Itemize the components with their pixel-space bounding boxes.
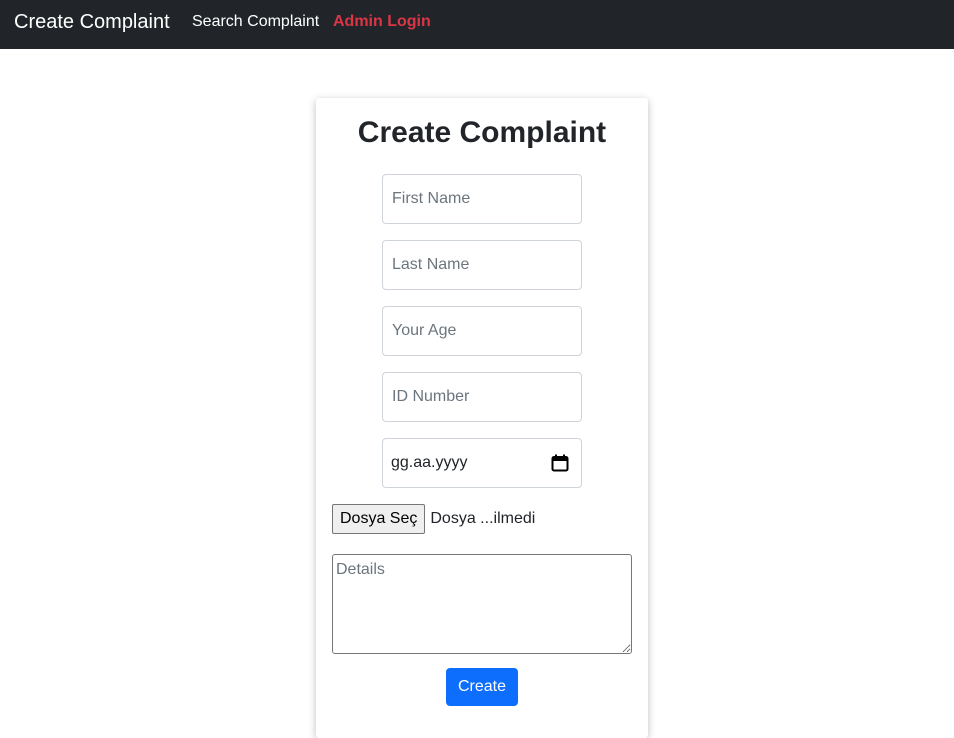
id-number-input[interactable] bbox=[382, 372, 582, 422]
date-input[interactable]: gg.aa.yyyy bbox=[382, 438, 582, 488]
date-placeholder: gg.aa.yyyy bbox=[391, 454, 468, 471]
navbar: Create Complaint Search Complaint Admin … bbox=[0, 0, 954, 49]
file-upload: Dosya Seç Dosya ...ilmedi bbox=[332, 504, 535, 534]
nav-link-search-complaint[interactable]: Search Complaint bbox=[192, 13, 319, 31]
details-textarea[interactable] bbox=[332, 554, 632, 654]
form-title: Create Complaint bbox=[357, 116, 607, 149]
navbar-brand[interactable]: Create Complaint bbox=[14, 10, 170, 34]
age-input[interactable] bbox=[382, 306, 582, 356]
complaint-form-card: Create Complaint gg.aa.yyyy Dosya Seç Do… bbox=[316, 98, 648, 738]
last-name-input[interactable] bbox=[382, 240, 582, 290]
first-name-input[interactable] bbox=[382, 174, 582, 224]
calendar-icon[interactable] bbox=[551, 454, 569, 472]
file-status: Dosya ...ilmedi bbox=[430, 510, 536, 527]
nav-link-admin-login[interactable]: Admin Login bbox=[333, 13, 431, 31]
create-button[interactable]: Create bbox=[446, 668, 518, 706]
choose-file-button[interactable]: Dosya Seç bbox=[332, 504, 426, 534]
